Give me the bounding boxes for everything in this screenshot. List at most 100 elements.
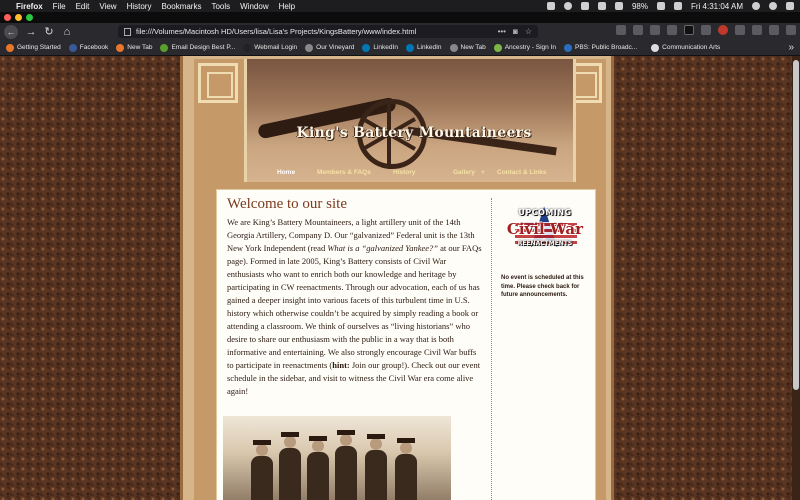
soldier-figure	[395, 438, 417, 500]
upcoming-reenactments-badge: ★ UPCOMING Civil War REENACTMENTS	[505, 200, 585, 262]
nav-gallery-expand-icon[interactable]: +	[481, 169, 485, 176]
notification-center-icon[interactable]	[786, 2, 794, 10]
soldier-figure	[335, 430, 357, 500]
bookmark-item[interactable]: Communication Arts	[651, 43, 720, 52]
extension-icon[interactable]	[769, 25, 779, 35]
macos-menubar: Firefox File Edit View History Bookmarks…	[0, 0, 800, 12]
menu-tools[interactable]: Tools	[211, 2, 230, 11]
firefox-icon	[6, 43, 14, 52]
nav-history[interactable]: History	[393, 169, 415, 176]
back-button[interactable]: ←	[4, 24, 18, 39]
menu-edit[interactable]: Edit	[76, 2, 90, 11]
faq-reference: What is a “galvanized Yankee?”	[327, 243, 438, 253]
facebook-icon	[68, 43, 77, 52]
nav-home[interactable]: Home	[277, 169, 295, 176]
nav-members-faqs[interactable]: Members & FAQs	[317, 169, 371, 176]
soldier-figure	[365, 434, 387, 500]
linkedin-icon	[405, 43, 414, 52]
main-column: Welcome to our site We are King’s Batter…	[227, 196, 483, 398]
content-panel: Welcome to our site We are King’s Batter…	[216, 189, 596, 500]
intro-paragraph: We are King’s Battery Mountaineers, a li…	[227, 217, 482, 396]
home-button[interactable]: ⌂	[58, 26, 76, 38]
extension-icon[interactable]	[684, 25, 694, 35]
extension-icon[interactable]	[718, 25, 728, 35]
menu-window[interactable]: Window	[240, 2, 268, 11]
battery-icon[interactable]	[656, 2, 665, 10]
no-events-note: No event is scheduled at this time. Plea…	[501, 275, 584, 298]
site-header-banner: King's Battery Mountaineers Home Members…	[244, 59, 576, 182]
badge-line-reenactments: REENACTMENTS	[517, 240, 573, 247]
close-window-button[interactable]	[4, 14, 11, 21]
minimize-window-button[interactable]	[15, 14, 22, 21]
dropbox-icon[interactable]	[546, 2, 555, 10]
zoom-window-button[interactable]	[26, 14, 33, 21]
library-icon[interactable]	[633, 25, 643, 35]
hint-label: hint:	[332, 360, 350, 370]
wifi-icon[interactable]	[614, 2, 623, 10]
url-bar[interactable]: file:///Volumes/Macintosh HD/Users/lisa/…	[118, 25, 538, 38]
page-actions-button[interactable]: •••	[498, 27, 506, 36]
sidebar-icon[interactable]	[650, 25, 660, 35]
battery-percent: 98%	[631, 1, 648, 11]
bookmarks-toolbar: Getting Started Facebook New Tab Email D…	[0, 40, 800, 56]
bookmark-item[interactable]: Email Design Best P...	[160, 43, 235, 52]
window-titlebar	[0, 12, 800, 23]
account-icon[interactable]	[667, 25, 677, 35]
site-inner-frame: King's Battery Mountaineers Home Members…	[194, 59, 606, 500]
pbs-icon	[564, 43, 572, 52]
bookmark-star-icon[interactable]: ☆	[525, 27, 532, 36]
page-icon	[124, 27, 131, 36]
extension-icon[interactable]	[701, 25, 711, 35]
downloads-icon[interactable]	[616, 25, 626, 35]
bookmark-item[interactable]: Our Vineyard	[305, 43, 354, 52]
evernote-icon[interactable]	[580, 2, 589, 10]
forward-button[interactable]: →	[22, 26, 40, 38]
app-menu-firefox[interactable]: Firefox	[16, 2, 43, 11]
globe-icon	[305, 43, 314, 52]
soldier-figure	[307, 436, 329, 500]
soldier-figure	[251, 440, 273, 500]
leaf-icon	[160, 43, 169, 52]
sync-icon[interactable]	[563, 2, 572, 10]
menu-history[interactable]: History	[127, 2, 152, 11]
site-title: King's Battery Mountaineers	[296, 125, 532, 141]
badge-line-upcoming: UPCOMING	[518, 208, 572, 217]
bookmarks-overflow-icon[interactable]: »	[788, 42, 794, 53]
soldier-figure	[279, 432, 301, 500]
page-heading: Welcome to our site	[227, 196, 348, 212]
bookmark-item[interactable]: LinkedIn	[405, 43, 442, 52]
group-photo	[223, 416, 451, 500]
menubar-clock[interactable]: Fri 4:31:04 AM	[691, 2, 743, 11]
extension-icon[interactable]	[752, 25, 762, 35]
webmail-icon	[243, 43, 252, 52]
firefox-icon	[116, 43, 125, 52]
pocket-icon[interactable]: ◙	[513, 27, 518, 36]
nav-contact-links[interactable]: Contact & Links	[497, 169, 546, 176]
bookmark-item[interactable]: Facebook	[68, 43, 108, 52]
commarts-icon	[651, 43, 660, 52]
reload-button[interactable]: ↻	[40, 25, 58, 38]
frame-corner-ornament	[198, 63, 238, 103]
bookmark-item[interactable]: Getting Started	[6, 43, 61, 52]
ancestry-leaf-icon	[493, 43, 502, 52]
adobe-icon[interactable]	[597, 2, 606, 10]
url-text[interactable]: file:///Volumes/Macintosh HD/Users/lisa/…	[136, 27, 416, 36]
spotlight-search-icon[interactable]	[752, 2, 760, 10]
bookmark-item[interactable]: New Tab	[449, 43, 486, 52]
menu-hamburger-icon[interactable]	[786, 25, 796, 35]
menu-help[interactable]: Help	[279, 2, 295, 11]
menu-file[interactable]: File	[53, 2, 66, 11]
bookmark-item[interactable]: New Tab	[116, 43, 152, 52]
bookmark-item[interactable]: LinkedIn	[362, 43, 398, 52]
badge-line-civil-war: Civil War	[506, 220, 584, 238]
bookmark-item[interactable]: PBS: Public Broadc...	[564, 43, 637, 52]
scrollbar-thumb[interactable]	[793, 60, 799, 390]
siri-icon[interactable]	[769, 2, 777, 10]
bookmark-item[interactable]: Ancestry - Sign In	[493, 43, 556, 52]
menu-view[interactable]: View	[99, 2, 116, 11]
nav-gallery[interactable]: Gallery	[453, 169, 475, 176]
bookmark-item[interactable]: Webmail Login	[243, 43, 297, 52]
keyboard-icon[interactable]	[673, 2, 682, 10]
extension-icon[interactable]	[735, 25, 745, 35]
menu-bookmarks[interactable]: Bookmarks	[161, 2, 201, 11]
